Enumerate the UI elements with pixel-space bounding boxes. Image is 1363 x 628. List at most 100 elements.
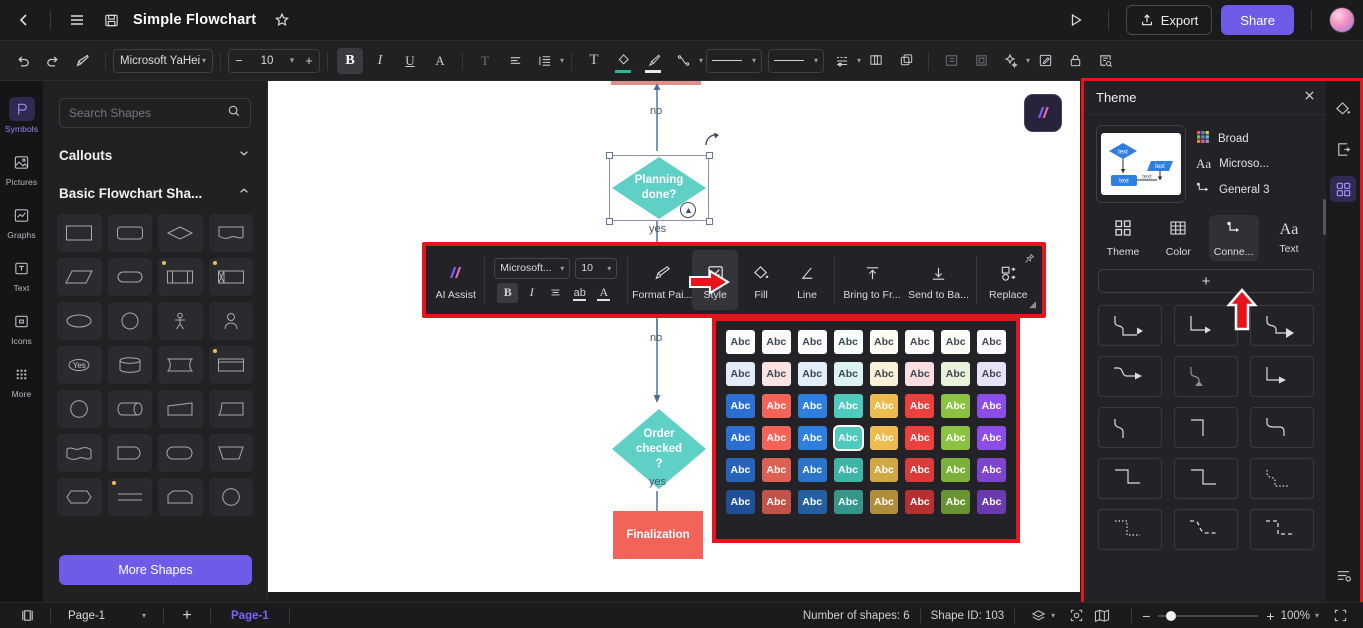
- float-case-button[interactable]: ab: [569, 283, 590, 303]
- zoom-in-button[interactable]: +: [1266, 608, 1274, 624]
- format-painter-icon[interactable]: [70, 48, 96, 74]
- style-swatch-2-0[interactable]: Abc: [726, 394, 755, 418]
- pin-icon[interactable]: [1024, 251, 1035, 269]
- shape-card[interactable]: [208, 346, 253, 384]
- style-swatch-0-5[interactable]: Abc: [905, 330, 935, 354]
- style-swatch-2-5[interactable]: Abc: [905, 394, 935, 418]
- send-to-back-button[interactable]: Send to Ba...: [905, 250, 972, 310]
- more-shapes-button[interactable]: More Shapes: [59, 555, 252, 585]
- style-swatch-2-6[interactable]: Abc: [941, 394, 971, 418]
- style-swatch-1-6[interactable]: Abc: [941, 362, 971, 386]
- style-swatch-0-4[interactable]: Abc: [869, 330, 899, 354]
- panel-toggle-icon[interactable]: [14, 605, 40, 627]
- style-swatch-3-4[interactable]: Abc: [869, 426, 899, 450]
- style-swatch-1-5[interactable]: Abc: [905, 362, 935, 386]
- shape-circle-outline[interactable]: [57, 390, 102, 428]
- rail-item-more[interactable]: More: [0, 354, 43, 407]
- shape-manual-input[interactable]: [158, 390, 203, 428]
- rail-item-icons[interactable]: Icons: [0, 301, 43, 354]
- style-swatch-3-1[interactable]: Abc: [761, 426, 791, 450]
- style-swatch-5-1[interactable]: Abc: [761, 490, 791, 514]
- chevron-down-icon[interactable]: ▾: [1026, 56, 1030, 65]
- finalization-node[interactable]: Finalization: [613, 511, 703, 559]
- shape-user[interactable]: [208, 302, 253, 340]
- style-swatch-5-4[interactable]: Abc: [869, 490, 899, 514]
- style-swatch-1-3[interactable]: Abc: [833, 362, 863, 386]
- shape-actor[interactable]: [158, 302, 203, 340]
- italic-button[interactable]: I: [367, 48, 393, 74]
- style-swatch-3-3[interactable]: Abc: [832, 425, 864, 451]
- resize-handle-br[interactable]: [706, 218, 713, 225]
- minimap-icon[interactable]: [1089, 605, 1115, 627]
- float-bold-button[interactable]: B: [497, 282, 519, 303]
- style-swatch-2-1[interactable]: Abc: [761, 394, 791, 418]
- style-swatch-5-6[interactable]: Abc: [941, 490, 971, 514]
- style-swatch-0-2[interactable]: Abc: [797, 330, 827, 354]
- style-swatch-2-4[interactable]: Abc: [869, 394, 899, 418]
- page-select[interactable]: Page-1 ▾: [61, 606, 153, 626]
- style-swatch-1-7[interactable]: Abc: [977, 362, 1006, 386]
- connector-elbow-plain-10[interactable]: [1098, 458, 1162, 499]
- export-button[interactable]: Export: [1125, 5, 1213, 35]
- redo-icon[interactable]: [40, 48, 66, 74]
- text-box-icon[interactable]: T: [581, 48, 607, 74]
- resize-handle-tl[interactable]: [606, 152, 613, 159]
- line-spacing-icon[interactable]: [532, 48, 558, 74]
- font-size-increase[interactable]: +: [299, 53, 319, 68]
- shape-terminator[interactable]: [107, 258, 152, 296]
- rail-item-graphs[interactable]: Graphs: [0, 195, 43, 248]
- resize-handle-bl[interactable]: [606, 218, 613, 225]
- right-rail-theme[interactable]: [1326, 169, 1360, 209]
- font-size-decrease[interactable]: −: [229, 53, 249, 68]
- library-section-basic-flowchart[interactable]: Basic Flowchart Sha...: [43, 176, 267, 210]
- shape-menu-handle[interactable]: [680, 202, 696, 218]
- library-section-callouts[interactable]: Callouts: [43, 138, 267, 172]
- align-icon[interactable]: [502, 48, 528, 74]
- connector-dotted-elbow-13[interactable]: [1098, 509, 1162, 550]
- add-page-button[interactable]: +: [174, 605, 200, 627]
- connector-dashed-elbow-15[interactable]: [1250, 509, 1314, 550]
- shape-decision-yes[interactable]: Yes: [57, 346, 102, 384]
- ai-assist-button[interactable]: AI Assist: [432, 250, 480, 310]
- style-swatch-1-1[interactable]: Abc: [761, 362, 791, 386]
- shape-process[interactable]: [57, 214, 102, 252]
- shape-predefined-process[interactable]: [158, 258, 203, 296]
- format-painter-button[interactable]: Format Pai...: [632, 250, 692, 310]
- shape-direct-access-storage[interactable]: [107, 390, 152, 428]
- style-swatch-4-4[interactable]: Abc: [869, 458, 899, 482]
- zoom-slider[interactable]: [1158, 610, 1259, 621]
- zoom-level[interactable]: 100%: [1281, 610, 1310, 622]
- tab-theme[interactable]: Theme: [1098, 215, 1148, 261]
- style-swatch-5-7[interactable]: Abc: [977, 490, 1006, 514]
- shape-data-parallelogram[interactable]: [57, 258, 102, 296]
- connector-elbow-plain-8[interactable]: [1174, 407, 1238, 448]
- tab-connector[interactable]: Conne...: [1208, 215, 1259, 261]
- inspect-icon[interactable]: [1092, 48, 1118, 74]
- style-swatch-3-7[interactable]: Abc: [977, 426, 1006, 450]
- undo-icon[interactable]: [10, 48, 36, 74]
- hamburger-menu-icon[interactable]: [61, 4, 93, 36]
- shape-decision-diamond[interactable]: [158, 214, 203, 252]
- duplicate-icon[interactable]: [893, 48, 919, 74]
- close-icon[interactable]: [1303, 89, 1316, 107]
- rotate-handle-icon[interactable]: [702, 129, 724, 151]
- style-swatch-0-3[interactable]: Abc: [833, 330, 863, 354]
- connector-elbow-arrow-6[interactable]: [1250, 356, 1314, 397]
- crop-icon[interactable]: [968, 48, 994, 74]
- theme-meta-connector[interactable]: General 3: [1196, 181, 1270, 198]
- float-align-icon[interactable]: [545, 283, 566, 303]
- style-swatch-5-5[interactable]: Abc: [905, 490, 935, 514]
- theme-meta-font[interactable]: Aa Microso...: [1196, 156, 1270, 172]
- tab-text[interactable]: Aa Text: [1264, 215, 1314, 261]
- font-color-button[interactable]: A: [427, 48, 453, 74]
- style-swatch-4-0[interactable]: Abc: [726, 458, 755, 482]
- float-font-family-select[interactable]: Microsoft... ▾: [494, 257, 571, 279]
- fullscreen-icon[interactable]: [1327, 605, 1353, 627]
- fill-button[interactable]: Fill: [738, 250, 784, 310]
- style-swatch-2-7[interactable]: Abc: [977, 394, 1006, 418]
- bring-to-front-button[interactable]: Bring to Fr...: [839, 250, 906, 310]
- chevron-down-icon[interactable]: ▾: [285, 55, 299, 66]
- add-theme-button[interactable]: +: [1098, 269, 1314, 293]
- resize-handle-tr[interactable]: [706, 152, 713, 159]
- shape-collate[interactable]: [107, 478, 152, 516]
